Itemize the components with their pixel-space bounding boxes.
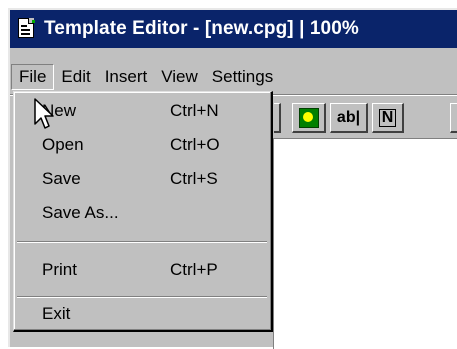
- menu-item-save-shortcut: Ctrl+S: [170, 169, 218, 188]
- menu-insert[interactable]: Insert: [98, 64, 155, 90]
- window-title: Template Editor - [new.cpg] | 100%: [44, 18, 359, 39]
- template-editor-app-icon[interactable]: [16, 17, 38, 41]
- document-canvas[interactable]: [273, 138, 457, 349]
- menu-edit[interactable]: Edit: [54, 64, 97, 90]
- menu-file[interactable]: File: [11, 64, 55, 90]
- menu-item-print-label: Print: [42, 260, 77, 279]
- menu-item-save-as[interactable]: Save As...: [14, 196, 270, 230]
- menu-item-new-shortcut: Ctrl+N: [170, 101, 219, 120]
- text-field-icon: ab|: [336, 108, 361, 126]
- menu-settings[interactable]: Settings: [205, 64, 280, 90]
- number-field-icon: N: [378, 108, 397, 127]
- menu-item-open-shortcut: Ctrl+O: [170, 135, 220, 154]
- menu-item-print[interactable]: Print Ctrl+P: [14, 253, 270, 287]
- insert-text-button[interactable]: ab|: [330, 103, 368, 133]
- insert-image-button[interactable]: [292, 103, 326, 133]
- menu-item-print-shortcut: Ctrl+P: [170, 260, 218, 279]
- toolbar-button-partial-right[interactable]: [450, 103, 457, 133]
- menu-item-open-label: Open: [42, 135, 84, 154]
- title-bar[interactable]: Template Editor - [new.cpg] | 100%: [10, 10, 457, 48]
- mouse-pointer-icon: [34, 98, 54, 129]
- insert-number-button[interactable]: N: [372, 103, 404, 133]
- menu-item-exit[interactable]: Exit: [14, 297, 270, 331]
- application-window: Template Editor - [new.cpg] | 100% File …: [8, 8, 457, 349]
- menu-view[interactable]: View: [154, 64, 205, 90]
- menu-bar: File Edit Insert View Settings: [10, 64, 457, 90]
- toolbar-button-partial[interactable]: [274, 103, 281, 133]
- menu-item-save-label: Save: [42, 169, 81, 188]
- menu-item-save-as-label: Save As...: [42, 203, 119, 222]
- image-icon: [298, 107, 319, 128]
- menu-item-exit-label: Exit: [42, 304, 71, 323]
- menu-item-save[interactable]: Save Ctrl+S: [14, 162, 270, 196]
- menu-item-open[interactable]: Open Ctrl+O: [14, 128, 270, 162]
- menu-separator: [17, 241, 267, 243]
